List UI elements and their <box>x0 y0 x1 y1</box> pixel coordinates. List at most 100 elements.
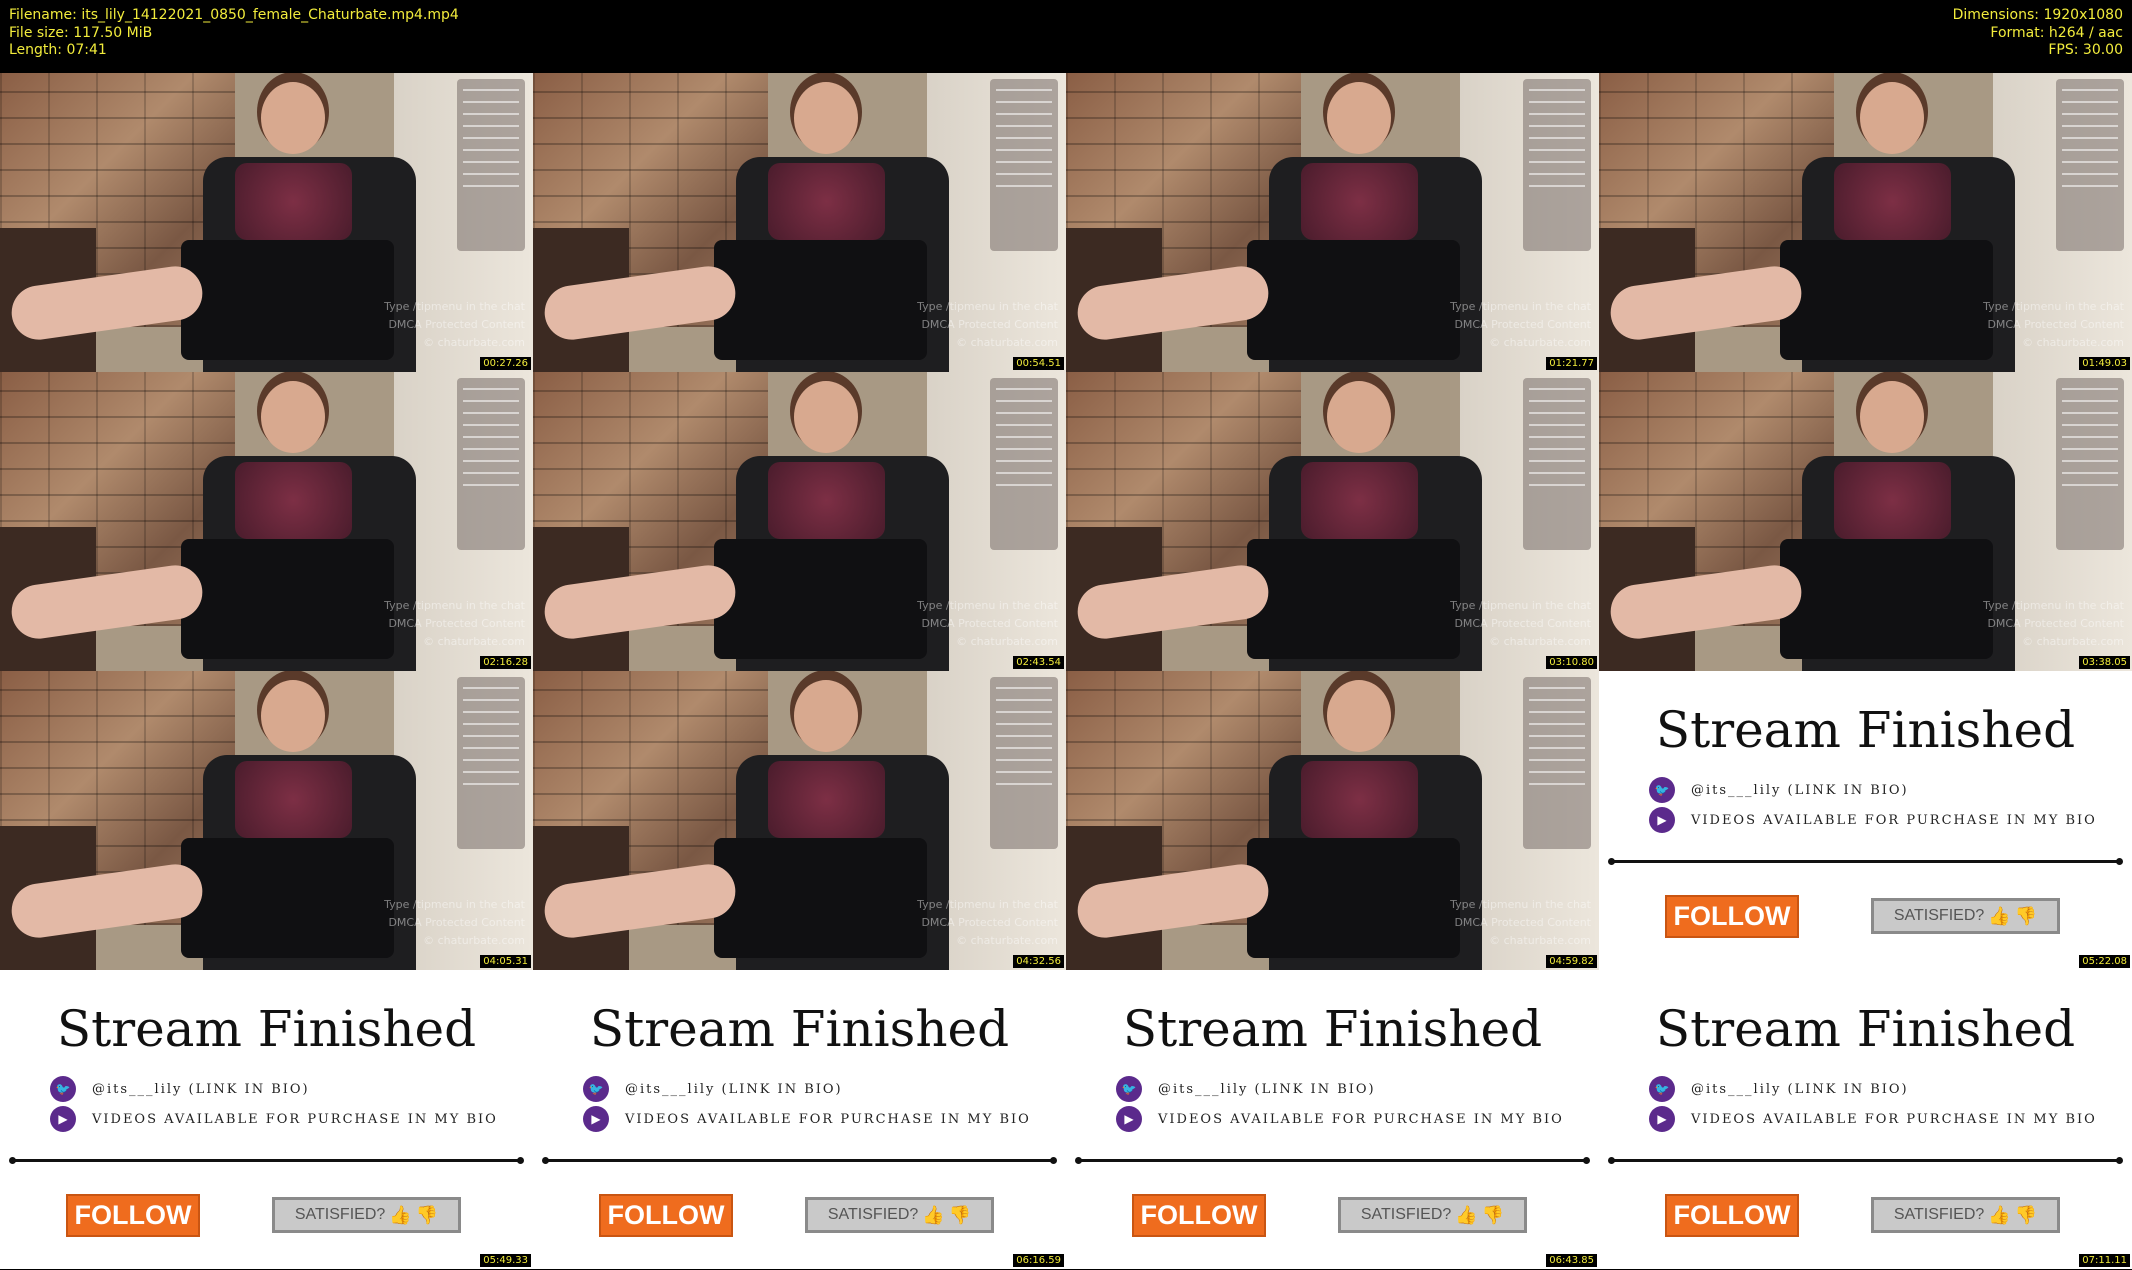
thumbnail-3[interactable]: Type /tipmenu in the chat DMCA Protected … <box>1066 73 1599 372</box>
satisfied-button[interactable]: SATISFIED? 👍 👎 <box>805 1197 994 1233</box>
divider <box>1608 858 2123 865</box>
follow-button[interactable]: FOLLOW <box>1132 1194 1266 1237</box>
play-icon: ▶ <box>1116 1106 1142 1132</box>
watermark-line1: Type /tipmenu in the chat <box>917 599 1058 612</box>
video-frame: Type /tipmenu in the chat DMCA Protected … <box>1066 671 1599 970</box>
thumbnail-11[interactable]: Type /tipmenu in the chat DMCA Protected … <box>1066 671 1599 970</box>
follow-button[interactable]: FOLLOW <box>66 1194 200 1237</box>
thumbnail-2[interactable]: Type /tipmenu in the chat DMCA Protected … <box>533 73 1066 372</box>
watermark: Type /tipmenu in the chat DMCA Protected … <box>384 298 525 352</box>
timestamp: 04:32.56 <box>1013 955 1064 968</box>
stream-finished-card: Stream Finished 🐦 @its___lily (LINK IN BIO… <box>1599 970 2132 1269</box>
watermark-line1: Type /tipmenu in the chat <box>384 898 525 911</box>
tip-menu-overlay <box>1523 677 1591 849</box>
videos-text: VIDEOS AVAILABLE FOR PURCHASE IN MY BIO <box>1691 1111 2097 1127</box>
thumbnail-16[interactable]: Stream Finished 🐦 @its___lily (LINK IN BIO… <box>1599 970 2132 1269</box>
satisfied-button[interactable]: SATISFIED? 👍 👎 <box>272 1197 461 1233</box>
media-info: Dimensions: 1920x1080 Format: h264 / aac… <box>1953 7 2123 60</box>
watermark-line2: DMCA Protected Content <box>921 617 1058 630</box>
play-icon: ▶ <box>583 1106 609 1132</box>
timestamp: 04:05.31 <box>480 955 531 968</box>
stream-finished-card: Stream Finished 🐦 @its___lily (LINK IN BIO… <box>1066 970 1599 1269</box>
thumbs-down-icon: 👎 <box>2014 1204 2038 1225</box>
watermark: Type /tipmenu in the chat DMCA Protected … <box>1983 597 2124 651</box>
stream-finished-title: Stream Finished <box>1655 1000 2076 1058</box>
person-head <box>261 679 326 752</box>
watermark-line3: © chaturbate.com <box>1489 336 1591 349</box>
fps-label: FPS: <box>2048 42 2079 58</box>
video-frame: Type /tipmenu in the chat DMCA Protected … <box>533 73 1066 372</box>
watermark: Type /tipmenu in the chat DMCA Protected … <box>917 896 1058 950</box>
thumbnail-9[interactable]: Type /tipmenu in the chat DMCA Protected … <box>0 671 533 970</box>
stream-finished-card: Stream Finished 🐦 @its___lily (LINK IN BIO… <box>0 970 533 1269</box>
thumbnail-8[interactable]: Type /tipmenu in the chat DMCA Protected … <box>1599 372 2132 671</box>
thumbnail-4[interactable]: Type /tipmenu in the chat DMCA Protected … <box>1599 73 2132 372</box>
timestamp: 03:10.80 <box>1546 656 1597 669</box>
skirt <box>181 539 395 660</box>
videos-row: ▶ VIDEOS AVAILABLE FOR PURCHASE IN MY BIO <box>583 1106 1031 1132</box>
thumbnail-5[interactable]: Type /tipmenu in the chat DMCA Protected … <box>0 372 533 671</box>
thumbnail-1[interactable]: Type /tipmenu in the chat DMCA Protected … <box>0 73 533 372</box>
person-head <box>261 380 326 453</box>
stream-finished-card: Stream Finished 🐦 @its___lily (LINK IN BIO… <box>533 970 1066 1269</box>
person-head <box>1327 81 1392 154</box>
watermark-line3: © chaturbate.com <box>1489 635 1591 648</box>
play-icon: ▶ <box>1649 807 1675 833</box>
person-top <box>767 162 885 241</box>
watermark-line2: DMCA Protected Content <box>921 916 1058 929</box>
thumbnail-10[interactable]: Type /tipmenu in the chat DMCA Protected … <box>533 671 1066 970</box>
follow-button[interactable]: FOLLOW <box>1665 1194 1799 1237</box>
thumbnail-7[interactable]: Type /tipmenu in the chat DMCA Protected … <box>1066 372 1599 671</box>
person-head <box>261 81 326 154</box>
twitter-row: 🐦 @its___lily (LINK IN BIO) <box>1649 777 1909 803</box>
follow-button[interactable]: FOLLOW <box>1665 895 1799 938</box>
satisfied-button[interactable]: SATISFIED? 👍 👎 <box>1871 1197 2060 1233</box>
person-top <box>1833 461 1951 540</box>
watermark-line2: DMCA Protected Content <box>921 318 1058 331</box>
watermark-line2: DMCA Protected Content <box>1987 617 2124 630</box>
timestamp: 06:16.59 <box>1013 1254 1064 1267</box>
watermark-line2: DMCA Protected Content <box>388 318 525 331</box>
thumbnail-6[interactable]: Type /tipmenu in the chat DMCA Protected … <box>533 372 1066 671</box>
thumbnail-12[interactable]: Stream Finished 🐦 @its___lily (LINK IN BIO… <box>1599 671 2132 970</box>
twitter-row: 🐦 @its___lily (LINK IN BIO) <box>1649 1076 1909 1102</box>
video-frame: Type /tipmenu in the chat DMCA Protected … <box>1599 372 2132 671</box>
person-top <box>1300 162 1418 241</box>
satisfied-button[interactable]: SATISFIED? 👍 👎 <box>1871 898 2060 934</box>
filename-value: its_lily_14122021_0850_female_Chaturbate… <box>81 7 459 23</box>
twitter-row: 🐦 @its___lily (LINK IN BIO) <box>50 1076 310 1102</box>
filename-label: Filename: <box>9 7 77 23</box>
video-frame: Type /tipmenu in the chat DMCA Protected … <box>533 372 1066 671</box>
video-frame: Type /tipmenu in the chat DMCA Protected … <box>1066 73 1599 372</box>
tip-menu-overlay <box>457 79 525 251</box>
thumbs-up-icon: 👍 <box>1988 1204 2011 1225</box>
person-head <box>1327 679 1392 752</box>
satisfied-button[interactable]: SATISFIED? 👍 👎 <box>1338 1197 1527 1233</box>
watermark-line3: © chaturbate.com <box>1489 934 1591 947</box>
timestamp: 04:59.82 <box>1546 955 1597 968</box>
twitter-icon: 🐦 <box>583 1076 609 1102</box>
info-header: Filename: its_lily_14122021_0850_female_… <box>0 0 2132 73</box>
person-top <box>234 461 352 540</box>
watermark-line2: DMCA Protected Content <box>1454 318 1591 331</box>
divider <box>542 1157 1057 1164</box>
timestamp: 07:11.11 <box>2079 1254 2130 1267</box>
watermark-line2: DMCA Protected Content <box>1987 318 2124 331</box>
thumbnail-13[interactable]: Stream Finished 🐦 @its___lily (LINK IN BIO… <box>0 970 533 1269</box>
thumbnail-14[interactable]: Stream Finished 🐦 @its___lily (LINK IN BIO… <box>533 970 1066 1269</box>
fps-value: 30.00 <box>2082 42 2123 58</box>
follow-button[interactable]: FOLLOW <box>599 1194 733 1237</box>
videos-row: ▶ VIDEOS AVAILABLE FOR PURCHASE IN MY BIO <box>1116 1106 1564 1132</box>
video-frame: Type /tipmenu in the chat DMCA Protected … <box>0 73 533 372</box>
watermark-line3: © chaturbate.com <box>2022 635 2124 648</box>
stream-finished-title: Stream Finished <box>56 1000 477 1058</box>
person-top <box>1833 162 1951 241</box>
watermark-line3: © chaturbate.com <box>423 934 525 947</box>
stream-finished-title: Stream Finished <box>1122 1000 1543 1058</box>
thumbnail-15[interactable]: Stream Finished 🐦 @its___lily (LINK IN BIO… <box>1066 970 1599 1269</box>
watermark-line1: Type /tipmenu in the chat <box>917 300 1058 313</box>
satisfied-label: SATISFIED? <box>1360 1206 1452 1223</box>
tip-menu-overlay <box>990 677 1058 849</box>
timestamp: 03:38.05 <box>2079 656 2130 669</box>
satisfied-label: SATISFIED? <box>1893 907 1985 924</box>
